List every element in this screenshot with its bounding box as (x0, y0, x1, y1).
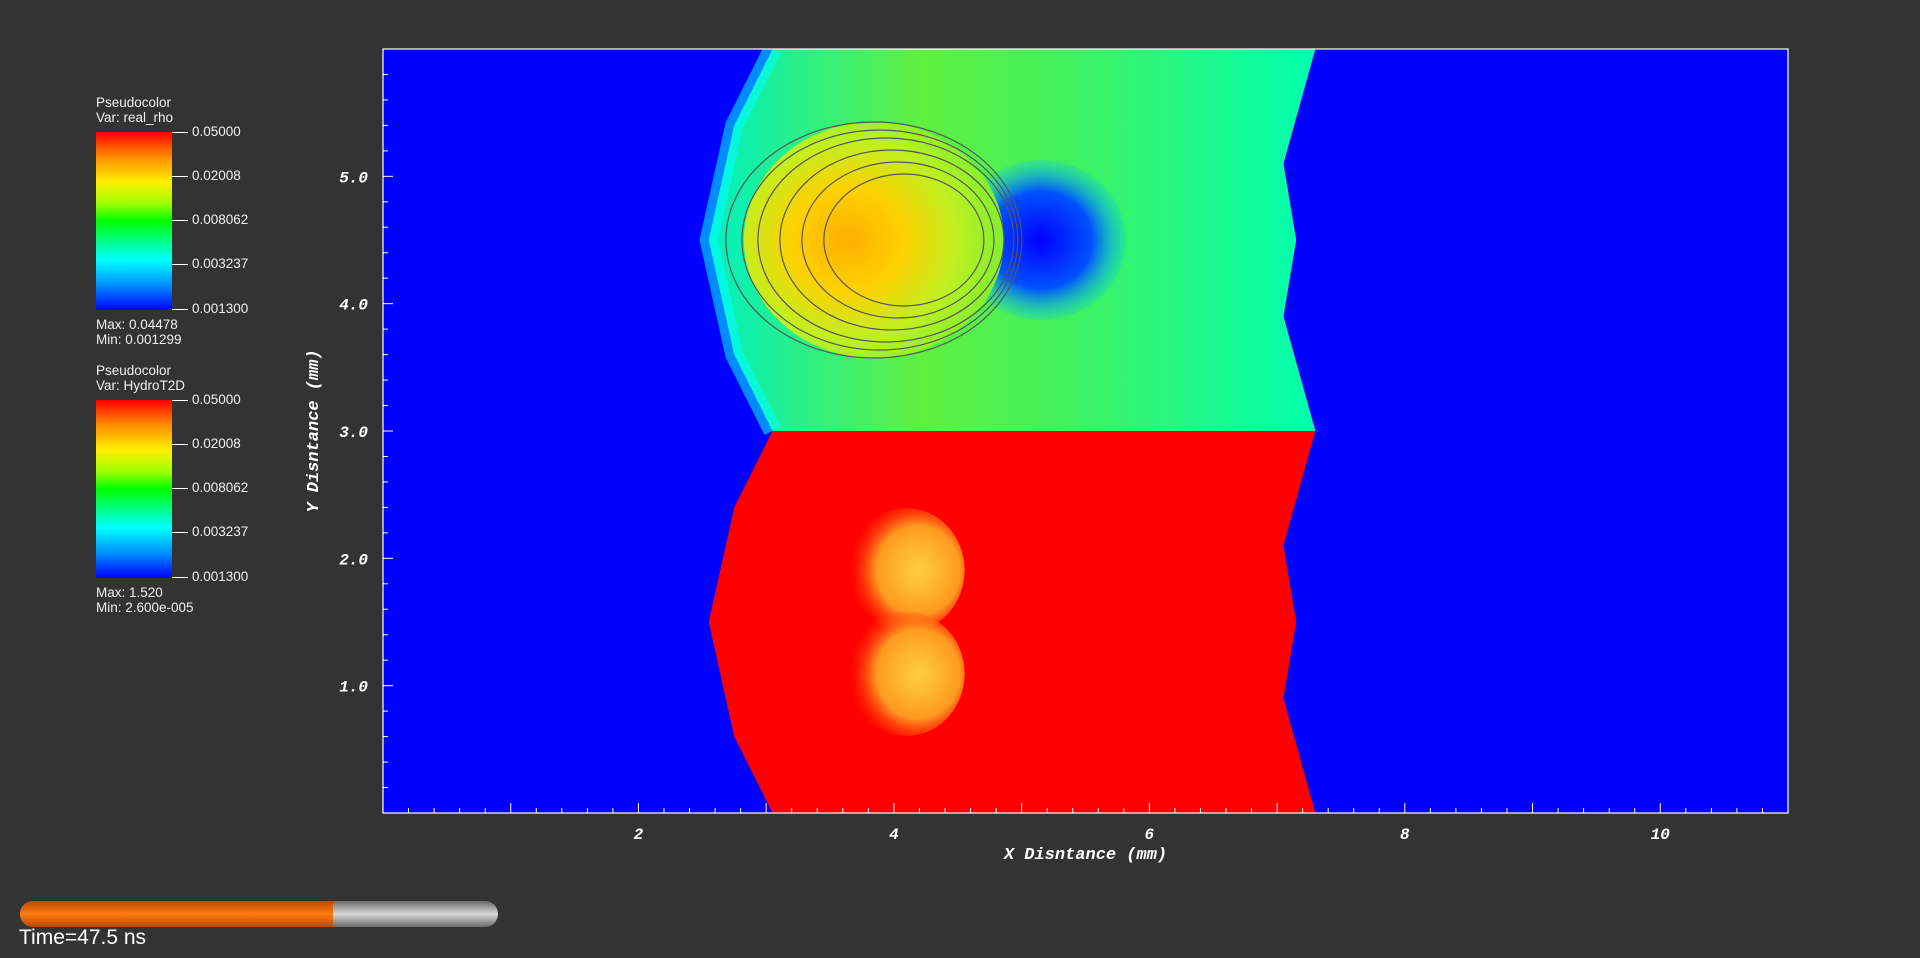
time-label: Time=47.5 ns (19, 926, 147, 949)
y-axis-label: Y Disntance (mm) (305, 349, 324, 512)
shocked-region-hydrot2d (708, 431, 1316, 813)
dense-clump (743, 122, 1004, 358)
time-progress-bar (20, 901, 498, 927)
x-tick-label: 10 (1651, 826, 1671, 844)
x-axis-label: X Disntance (mm) (1003, 846, 1167, 865)
x-tick-label: 8 (1400, 826, 1410, 844)
y-tick-label: 3.0 (339, 424, 368, 442)
pseudocolor-plot: 2 4 6 8 10 1.02.03.04.05.0 X Disntance (mm) … (305, 48, 1789, 865)
x-tick-label: 4 (889, 826, 899, 844)
y-tick-label: 2.0 (339, 551, 368, 569)
y-tick-label: 4.0 (339, 297, 368, 315)
y-tick-label: 5.0 (339, 169, 368, 187)
time-progress-fill (20, 901, 334, 927)
x-tick-label: 2 (634, 826, 644, 844)
hot-lobe (848, 611, 965, 736)
y-tick-label: 1.0 (339, 679, 368, 697)
x-tick-label: 6 (1145, 826, 1155, 844)
